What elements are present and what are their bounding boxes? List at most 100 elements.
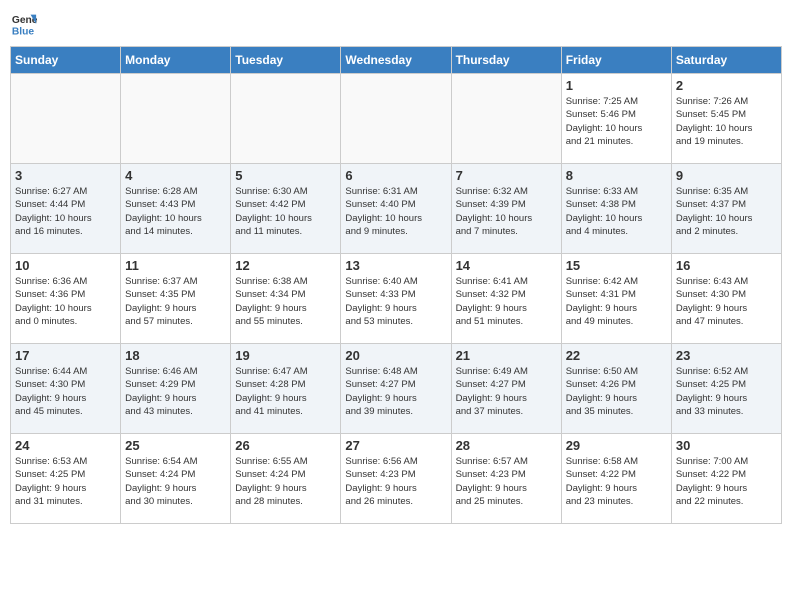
day-info: Sunrise: 6:30 AM Sunset: 4:42 PM Dayligh… [235,185,336,238]
calendar-cell [341,74,451,164]
calendar-cell: 26 Sunrise: 6:55 AM Sunset: 4:24 PM Dayli… [231,434,341,524]
calendar-week-row: 17 Sunrise: 6:44 AM Sunset: 4:30 PM Dayli… [11,344,782,434]
day-number: 25 [125,438,226,453]
calendar-cell: 1Sunrise: 7:25 AM Sunset: 5:46 PM Daylig… [561,74,671,164]
day-info: Sunrise: 6:38 AM Sunset: 4:34 PM Dayligh… [235,275,336,328]
day-number: 17 [15,348,116,363]
calendar-cell: 18 Sunrise: 6:46 AM Sunset: 4:29 PM Dayli… [121,344,231,434]
day-number: 19 [235,348,336,363]
day-number: 21 [456,348,557,363]
calendar-cell: 10 Sunrise: 6:36 AM Sunset: 4:36 PM Dayli… [11,254,121,344]
day-info: Sunrise: 6:42 AM Sunset: 4:31 PM Dayligh… [566,275,667,328]
day-info: Sunrise: 7:00 AM Sunset: 4:22 PM Dayligh… [676,455,777,508]
day-number: 11 [125,258,226,273]
day-info: Sunrise: 6:48 AM Sunset: 4:27 PM Dayligh… [345,365,446,418]
day-info: Sunrise: 6:50 AM Sunset: 4:26 PM Dayligh… [566,365,667,418]
day-header-tuesday: Tuesday [231,47,341,74]
calendar-cell: 30Sunrise: 7:00 AM Sunset: 4:22 PM Dayli… [671,434,781,524]
day-header-monday: Monday [121,47,231,74]
day-header-sunday: Sunday [11,47,121,74]
calendar-cell: 25 Sunrise: 6:54 AM Sunset: 4:24 PM Dayli… [121,434,231,524]
day-number: 1 [566,78,667,93]
calendar-cell: 12 Sunrise: 6:38 AM Sunset: 4:34 PM Dayli… [231,254,341,344]
calendar: SundayMondayTuesdayWednesdayThursdayFrid… [10,46,782,524]
day-info: Sunrise: 6:27 AM Sunset: 4:44 PM Dayligh… [15,185,116,238]
day-header-thursday: Thursday [451,47,561,74]
calendar-cell: 2 Sunrise: 7:26 AM Sunset: 5:45 PM Daylig… [671,74,781,164]
logo-icon: General Blue [10,10,38,38]
day-info: Sunrise: 6:52 AM Sunset: 4:25 PM Dayligh… [676,365,777,418]
day-number: 5 [235,168,336,183]
day-info: Sunrise: 6:33 AM Sunset: 4:38 PM Dayligh… [566,185,667,238]
day-number: 28 [456,438,557,453]
calendar-cell: 23 Sunrise: 6:52 AM Sunset: 4:25 PM Dayli… [671,344,781,434]
day-number: 16 [676,258,777,273]
day-number: 23 [676,348,777,363]
day-info: Sunrise: 6:31 AM Sunset: 4:40 PM Dayligh… [345,185,446,238]
day-info: Sunrise: 7:26 AM Sunset: 5:45 PM Dayligh… [676,95,777,148]
day-number: 27 [345,438,446,453]
day-info: Sunrise: 6:55 AM Sunset: 4:24 PM Dayligh… [235,455,336,508]
day-info: Sunrise: 6:57 AM Sunset: 4:23 PM Dayligh… [456,455,557,508]
day-info: Sunrise: 6:56 AM Sunset: 4:23 PM Dayligh… [345,455,446,508]
day-number: 20 [345,348,446,363]
calendar-cell: 14Sunrise: 6:41 AM Sunset: 4:32 PM Dayli… [451,254,561,344]
calendar-cell: 5 Sunrise: 6:30 AM Sunset: 4:42 PM Daylig… [231,164,341,254]
day-number: 24 [15,438,116,453]
calendar-cell: 13 Sunrise: 6:40 AM Sunset: 4:33 PM Dayli… [341,254,451,344]
calendar-cell [231,74,341,164]
calendar-cell: 20 Sunrise: 6:48 AM Sunset: 4:27 PM Dayli… [341,344,451,434]
calendar-cell: 6 Sunrise: 6:31 AM Sunset: 4:40 PM Daylig… [341,164,451,254]
day-number: 8 [566,168,667,183]
day-info: Sunrise: 6:43 AM Sunset: 4:30 PM Dayligh… [676,275,777,328]
calendar-week-row: 10 Sunrise: 6:36 AM Sunset: 4:36 PM Dayli… [11,254,782,344]
day-number: 14 [456,258,557,273]
day-number: 18 [125,348,226,363]
day-info: Sunrise: 6:54 AM Sunset: 4:24 PM Dayligh… [125,455,226,508]
day-number: 29 [566,438,667,453]
day-number: 10 [15,258,116,273]
calendar-cell: 27 Sunrise: 6:56 AM Sunset: 4:23 PM Dayli… [341,434,451,524]
day-number: 3 [15,168,116,183]
day-number: 9 [676,168,777,183]
calendar-cell: 16 Sunrise: 6:43 AM Sunset: 4:30 PM Dayli… [671,254,781,344]
calendar-week-row: 1Sunrise: 7:25 AM Sunset: 5:46 PM Daylig… [11,74,782,164]
day-number: 7 [456,168,557,183]
day-info: Sunrise: 6:47 AM Sunset: 4:28 PM Dayligh… [235,365,336,418]
day-header-saturday: Saturday [671,47,781,74]
calendar-cell: 9 Sunrise: 6:35 AM Sunset: 4:37 PM Daylig… [671,164,781,254]
day-number: 26 [235,438,336,453]
day-number: 15 [566,258,667,273]
calendar-cell: 7Sunrise: 6:32 AM Sunset: 4:39 PM Daylig… [451,164,561,254]
calendar-cell: 21Sunrise: 6:49 AM Sunset: 4:27 PM Dayli… [451,344,561,434]
day-number: 13 [345,258,446,273]
calendar-cell: 24Sunrise: 6:53 AM Sunset: 4:25 PM Dayli… [11,434,121,524]
calendar-cell: 17 Sunrise: 6:44 AM Sunset: 4:30 PM Dayli… [11,344,121,434]
day-info: Sunrise: 6:44 AM Sunset: 4:30 PM Dayligh… [15,365,116,418]
calendar-cell: 4 Sunrise: 6:28 AM Sunset: 4:43 PM Daylig… [121,164,231,254]
calendar-cell: 19 Sunrise: 6:47 AM Sunset: 4:28 PM Dayli… [231,344,341,434]
day-number: 12 [235,258,336,273]
day-number: 4 [125,168,226,183]
day-info: Sunrise: 6:46 AM Sunset: 4:29 PM Dayligh… [125,365,226,418]
logo: General Blue [10,10,38,38]
day-number: 6 [345,168,446,183]
calendar-cell: 22 Sunrise: 6:50 AM Sunset: 4:26 PM Dayli… [561,344,671,434]
calendar-cell [451,74,561,164]
day-number: 2 [676,78,777,93]
calendar-week-row: 24Sunrise: 6:53 AM Sunset: 4:25 PM Dayli… [11,434,782,524]
calendar-cell [11,74,121,164]
calendar-week-row: 3 Sunrise: 6:27 AM Sunset: 4:44 PM Daylig… [11,164,782,254]
day-header-friday: Friday [561,47,671,74]
day-info: Sunrise: 6:35 AM Sunset: 4:37 PM Dayligh… [676,185,777,238]
day-info: Sunrise: 6:37 AM Sunset: 4:35 PM Dayligh… [125,275,226,328]
day-header-wednesday: Wednesday [341,47,451,74]
calendar-cell [121,74,231,164]
calendar-cell: 8 Sunrise: 6:33 AM Sunset: 4:38 PM Daylig… [561,164,671,254]
day-info: Sunrise: 6:36 AM Sunset: 4:36 PM Dayligh… [15,275,116,328]
day-info: Sunrise: 6:28 AM Sunset: 4:43 PM Dayligh… [125,185,226,238]
day-number: 22 [566,348,667,363]
day-info: Sunrise: 6:40 AM Sunset: 4:33 PM Dayligh… [345,275,446,328]
calendar-cell: 15 Sunrise: 6:42 AM Sunset: 4:31 PM Dayli… [561,254,671,344]
calendar-cell: 29Sunrise: 6:58 AM Sunset: 4:22 PM Dayli… [561,434,671,524]
